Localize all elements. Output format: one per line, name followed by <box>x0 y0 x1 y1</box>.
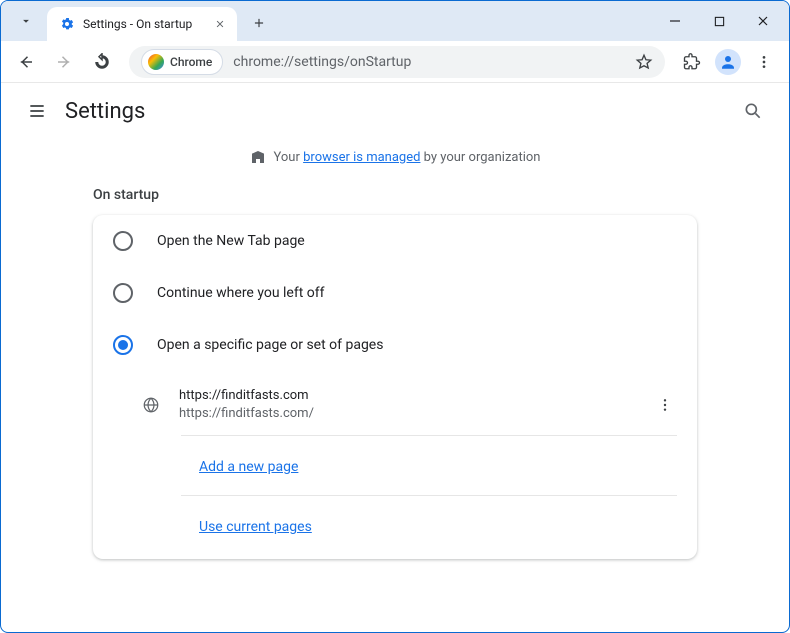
app-menu-button[interactable] <box>747 45 781 79</box>
url-text: chrome://settings/onStartup <box>233 54 625 70</box>
site-chip-label: Chrome <box>170 55 212 69</box>
more-vert-icon <box>657 397 673 413</box>
radio-button[interactable] <box>113 283 133 303</box>
star-icon <box>635 53 653 71</box>
profile-button[interactable] <box>715 49 741 75</box>
hamburger-icon <box>27 101 47 121</box>
option-label: Continue where you left off <box>157 285 325 301</box>
startup-page-url: https://finditfasts.com/ <box>179 405 635 423</box>
search-settings-button[interactable] <box>733 91 773 131</box>
section-label: On startup <box>1 187 789 215</box>
plus-icon <box>252 16 266 30</box>
window-maximize-button[interactable] <box>697 3 741 39</box>
divider <box>181 435 677 436</box>
building-icon <box>250 149 266 165</box>
address-bar[interactable]: Chrome chrome://settings/onStartup <box>129 46 665 78</box>
new-tab-button[interactable] <box>245 9 273 37</box>
window-minimize-button[interactable] <box>653 3 697 39</box>
settings-menu-button[interactable] <box>17 91 57 131</box>
chrome-logo-icon <box>148 54 164 70</box>
managed-link[interactable]: browser is managed <box>303 150 420 165</box>
site-chip[interactable]: Chrome <box>141 49 223 75</box>
use-current-pages-link[interactable]: Use current pages <box>199 519 312 535</box>
search-icon <box>743 101 763 121</box>
managed-prefix: Your <box>274 150 304 165</box>
startup-page-row: https://finditfasts.com https://finditfa… <box>141 381 677 429</box>
add-page-link[interactable]: Add a new page <box>199 459 298 475</box>
option-label: Open a specific page or set of pages <box>157 337 383 353</box>
maximize-icon <box>714 16 725 27</box>
user-icon <box>719 53 737 71</box>
startup-page-title: https://finditfasts.com <box>179 387 635 405</box>
radio-button[interactable] <box>113 335 133 355</box>
minimize-icon <box>669 15 681 27</box>
more-vert-icon <box>756 54 772 70</box>
globe-icon <box>141 395 161 415</box>
radio-button[interactable] <box>113 231 133 251</box>
window-titlebar: Settings - On startup <box>1 1 789 41</box>
browser-toolbar: Chrome chrome://settings/onStartup <box>1 41 789 83</box>
settings-header: Settings <box>1 83 789 139</box>
arrow-right-icon <box>55 53 73 71</box>
settings-content: On startup Open the New Tab page Continu… <box>1 175 789 559</box>
chevron-down-icon <box>19 14 33 28</box>
close-icon <box>757 15 769 27</box>
managed-suffix: by your organization <box>420 150 540 165</box>
option-label: Open the New Tab page <box>157 233 305 249</box>
tab-title: Settings - On startup <box>83 17 203 31</box>
arrow-left-icon <box>17 53 35 71</box>
close-tab-button[interactable] <box>211 15 229 33</box>
page-title: Settings <box>65 99 145 124</box>
reload-button[interactable] <box>85 45 119 79</box>
reload-icon <box>93 53 111 71</box>
close-icon <box>215 19 225 29</box>
puzzle-icon <box>683 53 701 71</box>
forward-button[interactable] <box>47 45 81 79</box>
startup-card: Open the New Tab page Continue where you… <box>93 215 697 559</box>
option-specific-pages[interactable]: Open a specific page or set of pages <box>93 319 697 371</box>
bookmark-button[interactable] <box>635 53 653 71</box>
window-close-button[interactable] <box>741 3 785 39</box>
tab-search-button[interactable] <box>9 4 43 38</box>
divider <box>181 495 677 496</box>
settings-gear-icon <box>59 16 75 32</box>
startup-pages-section: https://finditfasts.com https://finditfa… <box>93 371 697 559</box>
managed-notice: Your browser is managed by your organiza… <box>1 139 789 175</box>
back-button[interactable] <box>9 45 43 79</box>
page-more-button[interactable] <box>653 397 677 413</box>
browser-tab[interactable]: Settings - On startup <box>47 7 237 41</box>
option-continue[interactable]: Continue where you left off <box>93 267 697 319</box>
extensions-button[interactable] <box>675 45 709 79</box>
option-new-tab[interactable]: Open the New Tab page <box>93 215 697 267</box>
